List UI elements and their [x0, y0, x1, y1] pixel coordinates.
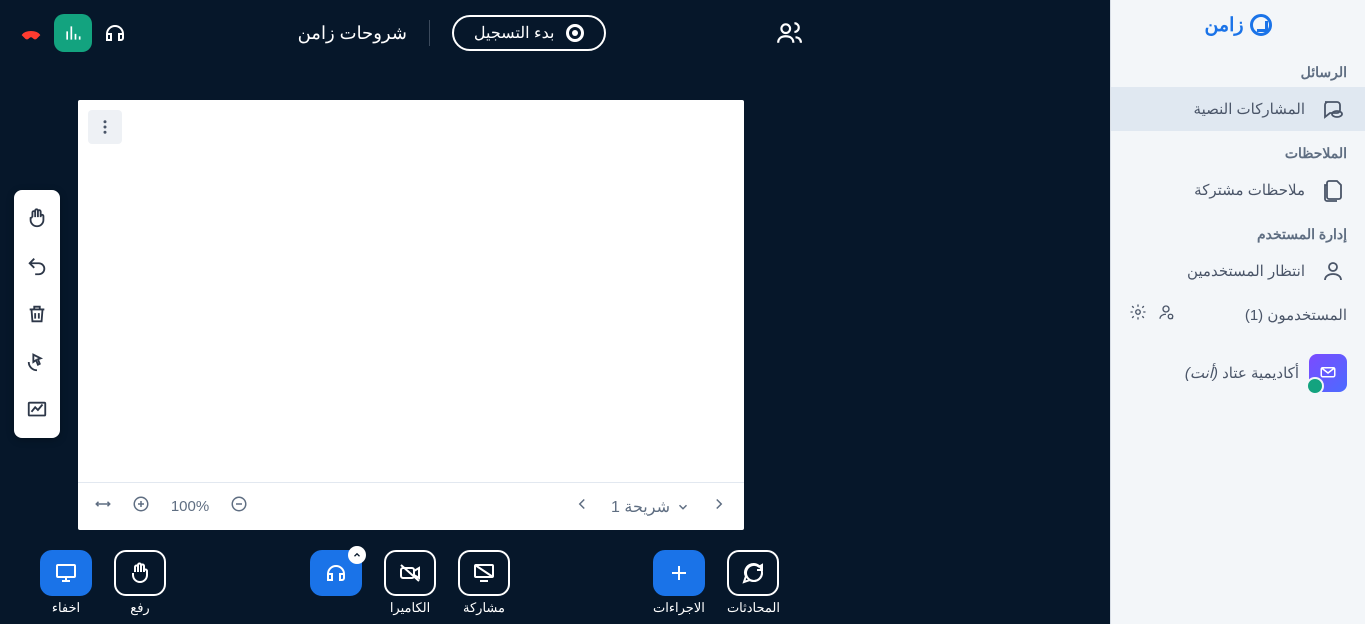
divider	[429, 20, 430, 46]
actions-button[interactable]: الاجراءات	[653, 550, 705, 616]
sidebar-item-chat-label: المشاركات النصية	[1194, 100, 1305, 118]
raise-hand-button[interactable]: رفع	[114, 550, 166, 616]
camera-button[interactable]: الكاميرا	[384, 550, 436, 616]
users-count-row: المستخدمون (1)	[1111, 293, 1365, 336]
record-button[interactable]: بدء التسجيل	[452, 15, 607, 51]
tool-undo[interactable]	[14, 244, 60, 288]
users-count-label: المستخدمون (1)	[1185, 306, 1347, 324]
zoom-in-icon[interactable]	[132, 495, 150, 518]
avatar	[1309, 354, 1347, 392]
audio-caret-icon[interactable]	[348, 546, 366, 564]
drawing-tools	[14, 190, 60, 438]
board-menu-button[interactable]	[88, 110, 122, 144]
prev-slide-icon[interactable]	[573, 495, 591, 518]
section-notes-heading: الملاحظات	[1111, 131, 1365, 168]
section-messages-heading: الرسائل	[1111, 50, 1365, 87]
conversations-button[interactable]: المحادثات	[727, 550, 780, 616]
whiteboard[interactable]: 100% شريحة 1	[78, 100, 744, 530]
sidebar-item-waiting-users[interactable]: انتظار المستخدمين	[1111, 249, 1365, 293]
record-icon	[566, 24, 584, 42]
audio-button[interactable]	[310, 550, 362, 616]
user-sidebar: زامن الرسائل المشاركات النصية الملاحظات …	[1110, 0, 1365, 624]
bottom-action-bar: رفع اخفاء مشاركة الكاميرا	[0, 550, 820, 616]
headset-icon[interactable]	[102, 20, 128, 46]
share-screen-button[interactable]: مشاركة	[458, 550, 510, 616]
room-title: شروحات زامن	[298, 23, 407, 44]
zoom-level: 100%	[170, 498, 210, 515]
zoom-out-icon[interactable]	[230, 495, 248, 518]
sidebar-item-chat[interactable]: المشاركات النصية	[1111, 87, 1365, 131]
section-users-heading: إدارة المستخدم	[1111, 212, 1365, 249]
next-slide-icon[interactable]	[710, 495, 728, 518]
board-footer: 100% شريحة 1	[78, 482, 744, 530]
brand-icon	[1250, 14, 1272, 36]
settings-icon[interactable]	[1129, 303, 1147, 326]
slide-selector[interactable]: شريحة 1	[611, 497, 690, 517]
tool-delete[interactable]	[14, 292, 60, 336]
sidebar-item-shared-notes-label: ملاحظات مشتركة	[1194, 181, 1305, 199]
notes-icon	[1319, 178, 1347, 202]
tool-presentation[interactable]	[14, 388, 60, 432]
end-call-button[interactable]	[18, 20, 44, 46]
fit-width-icon[interactable]	[94, 495, 112, 518]
sidebar-item-waiting-label: انتظار المستخدمين	[1187, 262, 1305, 280]
top-bar: بدء التسجيل شروحات زامن	[0, 0, 820, 62]
brand-name: زامن	[1204, 14, 1243, 37]
user-name: أكاديمية عتاد (أنت)	[1185, 364, 1299, 382]
sidebar-item-shared-notes[interactable]: ملاحظات مشتركة	[1111, 168, 1365, 212]
tool-pointer[interactable]	[14, 340, 60, 384]
brand: زامن	[1111, 0, 1365, 50]
search-users-icon[interactable]	[1157, 303, 1175, 326]
tool-hand[interactable]	[14, 196, 60, 240]
user-icon	[1319, 259, 1347, 283]
analytics-button[interactable]	[54, 14, 92, 52]
hide-presentation-button[interactable]: اخفاء	[40, 550, 92, 616]
main-stage: بدء التسجيل شروحات زامن 100%	[0, 0, 820, 624]
chat-icon	[1319, 97, 1347, 121]
participants-icon[interactable]	[776, 20, 802, 46]
title-block: بدء التسجيل شروحات زامن	[138, 15, 766, 51]
user-entry-self[interactable]: أكاديمية عتاد (أنت)	[1111, 336, 1365, 392]
